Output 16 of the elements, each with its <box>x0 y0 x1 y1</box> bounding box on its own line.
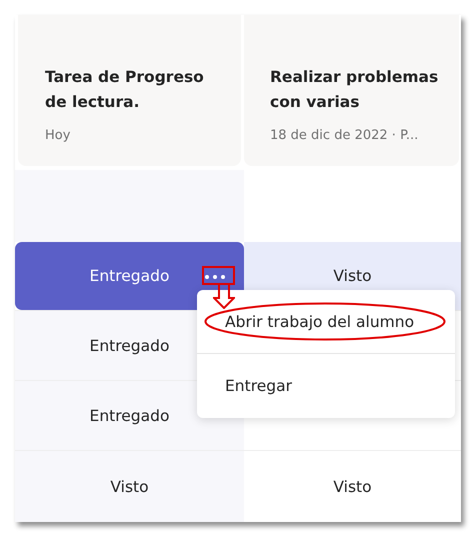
assignment-card[interactable]: Tarea de Progreso de lectura. Hoy <box>18 15 241 166</box>
status-label[interactable]: Entregado <box>90 267 170 285</box>
status-label[interactable]: Entregado <box>90 336 170 354</box>
status-label[interactable]: Visto <box>333 267 372 285</box>
menu-item[interactable]: Abrir trabajo del alumno <box>197 290 455 353</box>
status-label[interactable]: Entregado <box>90 406 170 424</box>
assignment-card[interactable]: Realizar problemas con varias 18 de dic de 2022 · P... <box>244 15 459 166</box>
assignment-date: 18 de dic de 2022 · P... <box>270 128 420 143</box>
status-label[interactable]: Visto <box>333 478 372 496</box>
assignment-date: Hoy <box>45 128 72 143</box>
menu-item[interactable]: Entregar <box>197 354 455 417</box>
highlight-box <box>202 266 235 285</box>
assignment-title: Tarea de Progreso de lectura. <box>45 67 205 113</box>
assignment-title: Realizar problemas con varias <box>270 67 440 113</box>
status-label[interactable]: Visto <box>110 478 149 496</box>
more-options-icon[interactable] <box>204 274 226 280</box>
